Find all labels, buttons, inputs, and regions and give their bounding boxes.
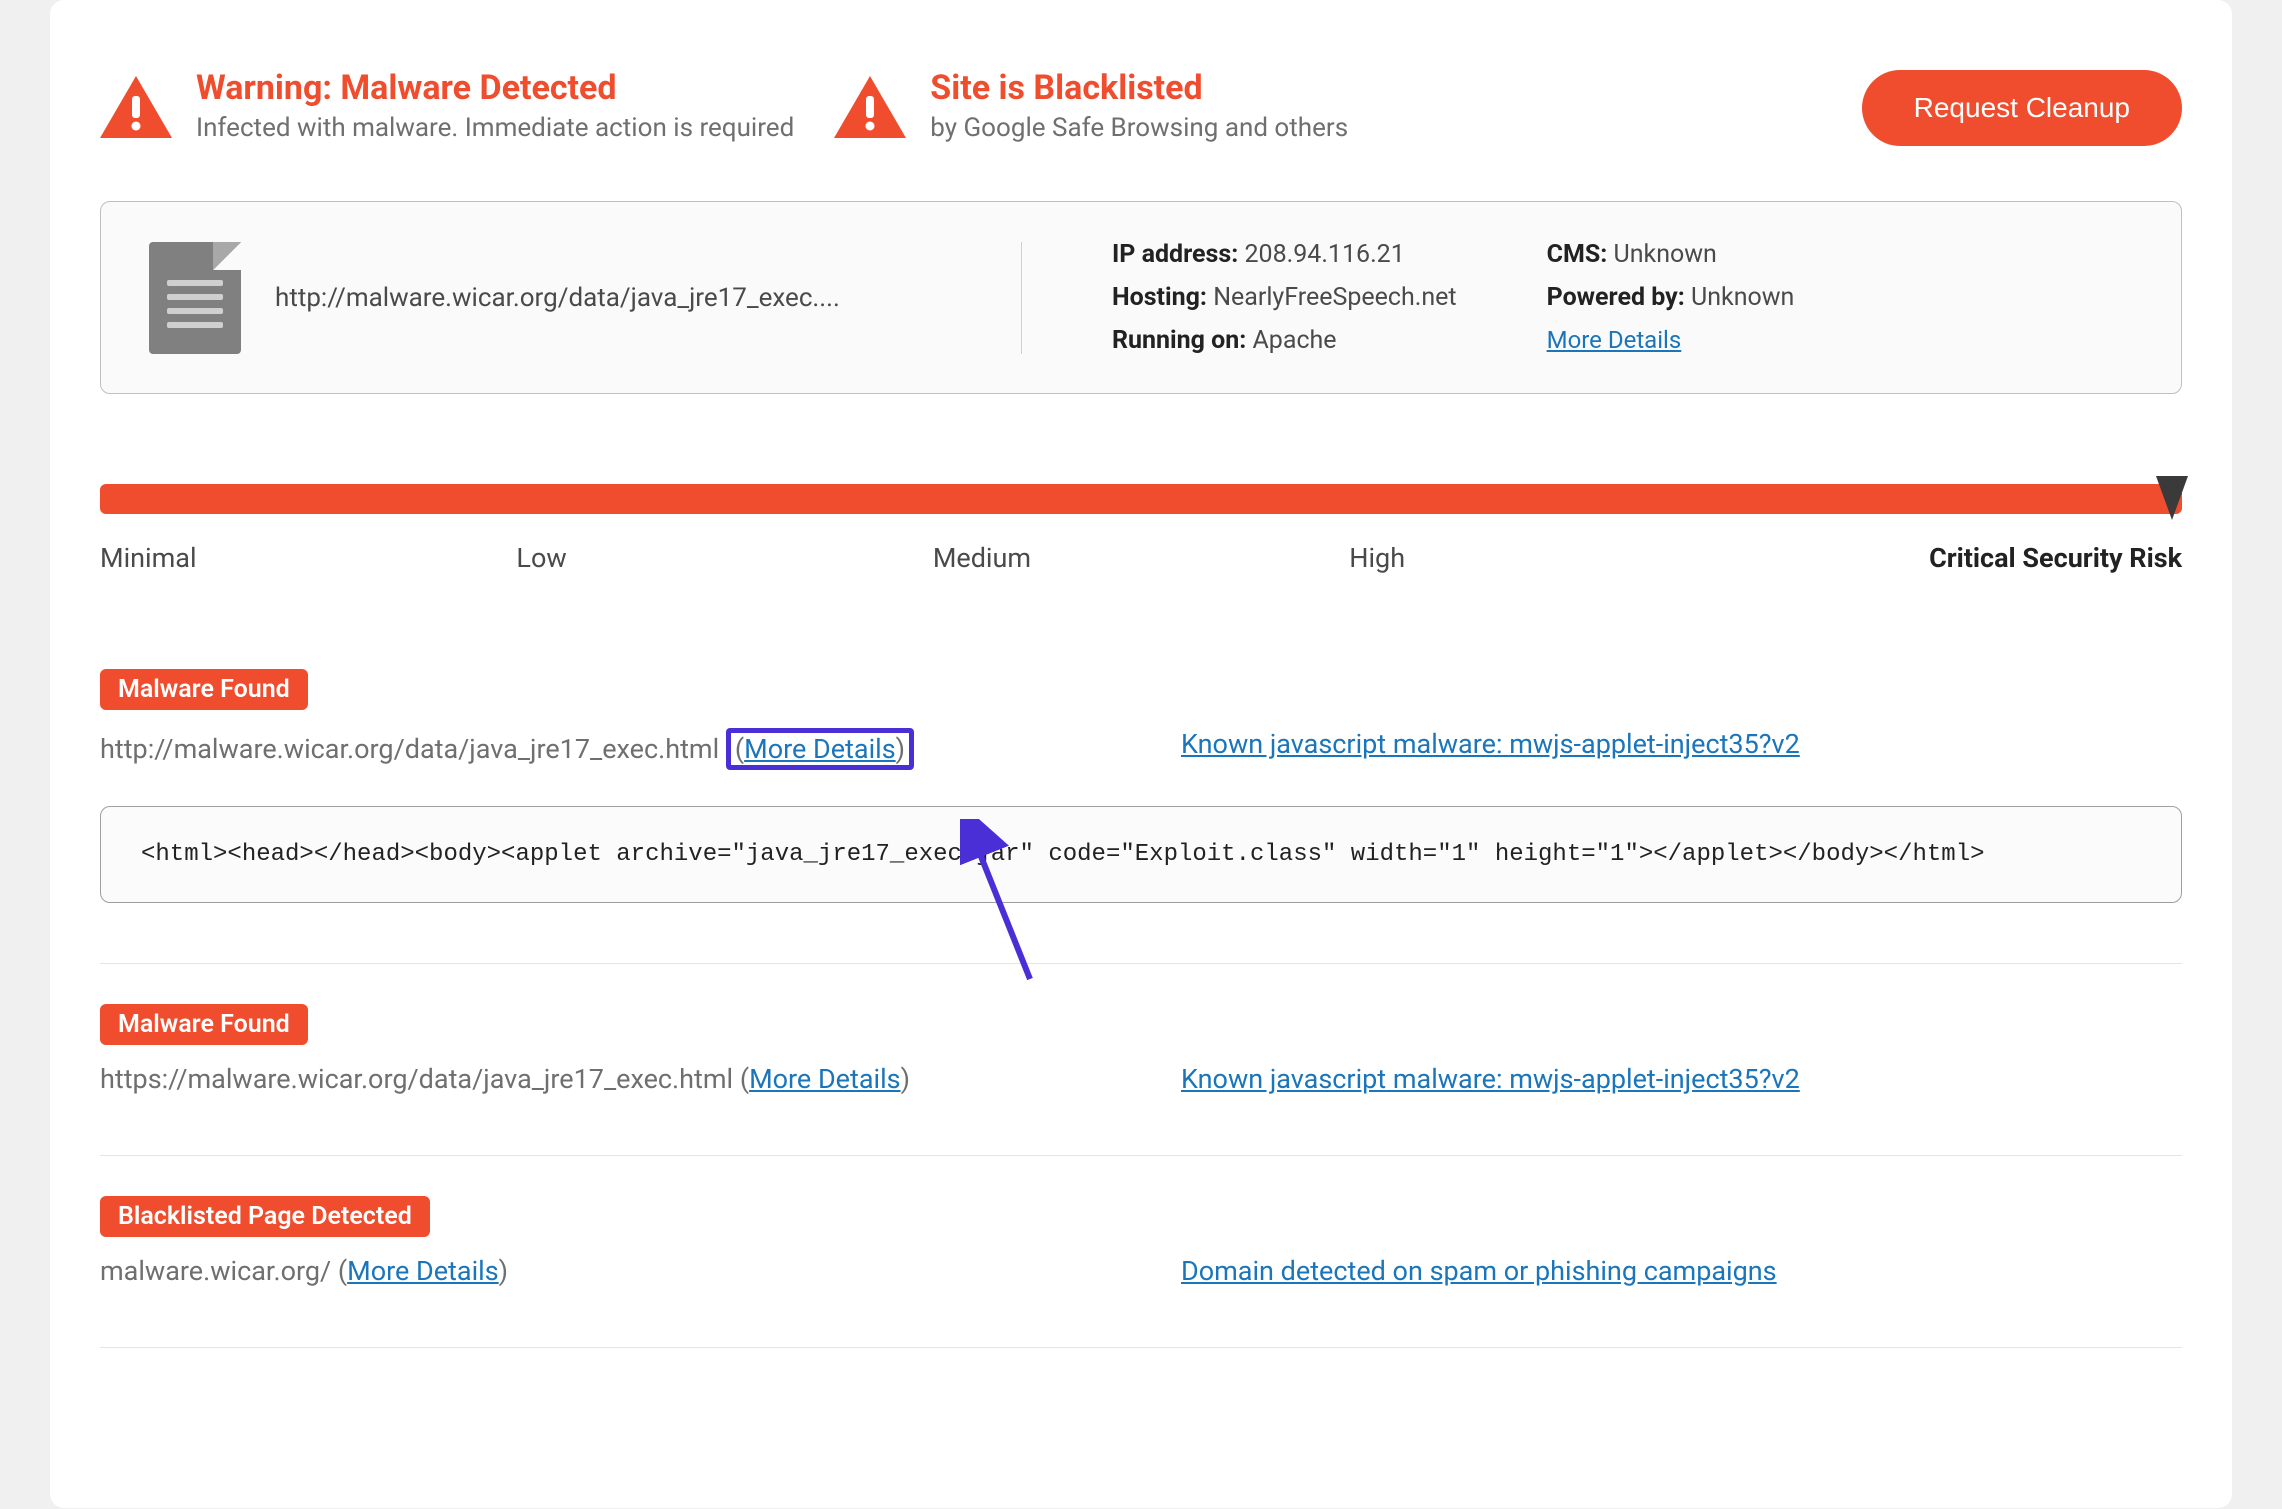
warning-subtitle: Infected with malware. Immediate action …	[196, 113, 794, 143]
finding-block: Malware Found https://malware.wicar.org/…	[100, 1004, 2182, 1095]
finding-left: https://malware.wicar.org/data/java_jre1…	[100, 1063, 1141, 1095]
ip-row: IP address: 208.94.116.21	[1112, 240, 1457, 269]
finding-left: malware.wicar.org/ (More Details)	[100, 1255, 1141, 1287]
warning-icon	[834, 76, 906, 138]
running-row: Running on: Apache	[1112, 326, 1457, 355]
divider	[100, 1347, 2182, 1348]
finding-row: malware.wicar.org/ (More Details) Domain…	[100, 1255, 2182, 1287]
finding-url: https://malware.wicar.org/data/java_jre1…	[100, 1063, 733, 1095]
finding-left: http://malware.wicar.org/data/java_jre17…	[100, 728, 1141, 770]
warning-blacklist-block: Site is Blacklisted by Google Safe Brows…	[834, 70, 1348, 143]
report-card: Warning: Malware Detected Infected with …	[50, 0, 2232, 1508]
site-info-left: http://malware.wicar.org/data/java_jre17…	[149, 242, 1022, 354]
threat-link[interactable]: Domain detected on spam or phishing camp…	[1181, 1255, 1777, 1287]
risk-label-critical: Critical Security Risk	[1766, 542, 2182, 574]
site-info-col-2: CMS: Unknown Powered by: Unknown More De…	[1547, 240, 1795, 355]
finding-right: Known javascript malware: mwjs-applet-in…	[1181, 1063, 2182, 1095]
finding-right: Known javascript malware: mwjs-applet-in…	[1181, 728, 2182, 770]
threat-link[interactable]: Known javascript malware: mwjs-applet-in…	[1181, 728, 1800, 760]
site-info-panel: http://malware.wicar.org/data/java_jre17…	[100, 201, 2182, 394]
hosting-row: Hosting: NearlyFreeSpeech.net	[1112, 283, 1457, 312]
more-details-link[interactable]: More Details	[744, 733, 896, 765]
risk-bar-fill	[100, 484, 2182, 514]
warning-title: Site is Blacklisted	[930, 70, 1348, 107]
finding-tag: Blacklisted Page Detected	[100, 1196, 430, 1237]
cms-row: CMS: Unknown	[1547, 240, 1795, 269]
annotation-highlight: (More Details)	[726, 728, 914, 770]
more-details-link[interactable]: More Details	[347, 1255, 499, 1287]
risk-label-low: Low	[516, 542, 932, 574]
powered-row: Powered by: Unknown	[1547, 283, 1795, 312]
warning-malware-text: Warning: Malware Detected Infected with …	[196, 70, 794, 143]
warning-title: Warning: Malware Detected	[196, 70, 794, 107]
finding-url: http://malware.wicar.org/data/java_jre17…	[100, 733, 719, 765]
risk-label-minimal: Minimal	[100, 542, 516, 574]
warning-malware-block: Warning: Malware Detected Infected with …	[100, 70, 794, 143]
more-details-link[interactable]: More Details	[749, 1063, 901, 1095]
warning-blacklist-text: Site is Blacklisted by Google Safe Brows…	[930, 70, 1348, 143]
finding-row: https://malware.wicar.org/data/java_jre1…	[100, 1063, 2182, 1095]
site-info-right: IP address: 208.94.116.21 Hosting: Nearl…	[1022, 240, 1794, 355]
divider	[100, 963, 2182, 964]
request-cleanup-button[interactable]: Request Cleanup	[1862, 70, 2182, 146]
divider	[100, 1155, 2182, 1156]
risk-label-high: High	[1349, 542, 1765, 574]
finding-url: malware.wicar.org/	[100, 1255, 331, 1287]
warning-subtitle: by Google Safe Browsing and others	[930, 113, 1348, 143]
threat-link[interactable]: Known javascript malware: mwjs-applet-in…	[1181, 1063, 1800, 1095]
risk-marker-icon	[2156, 476, 2188, 520]
finding-tag: Malware Found	[100, 669, 308, 710]
finding-tag: Malware Found	[100, 1004, 308, 1045]
header-row: Warning: Malware Detected Infected with …	[100, 70, 2182, 146]
risk-meter: Minimal Low Medium High Critical Securit…	[100, 484, 2182, 574]
site-info-col-1: IP address: 208.94.116.21 Hosting: Nearl…	[1112, 240, 1457, 355]
risk-labels: Minimal Low Medium High Critical Securit…	[100, 542, 2182, 574]
risk-label-medium: Medium	[933, 542, 1349, 574]
document-icon	[149, 242, 241, 354]
finding-row: http://malware.wicar.org/data/java_jre17…	[100, 728, 2182, 770]
finding-right: Domain detected on spam or phishing camp…	[1181, 1255, 2182, 1287]
finding-block: Blacklisted Page Detected malware.wicar.…	[100, 1196, 2182, 1287]
finding-block: Malware Found http://malware.wicar.org/d…	[100, 669, 2182, 903]
site-url: http://malware.wicar.org/data/java_jre17…	[275, 283, 840, 313]
code-snippet: <html><head></head><body><applet archive…	[100, 806, 2182, 903]
more-details-link[interactable]: More Details	[1547, 326, 1795, 354]
warning-icon	[100, 76, 172, 138]
